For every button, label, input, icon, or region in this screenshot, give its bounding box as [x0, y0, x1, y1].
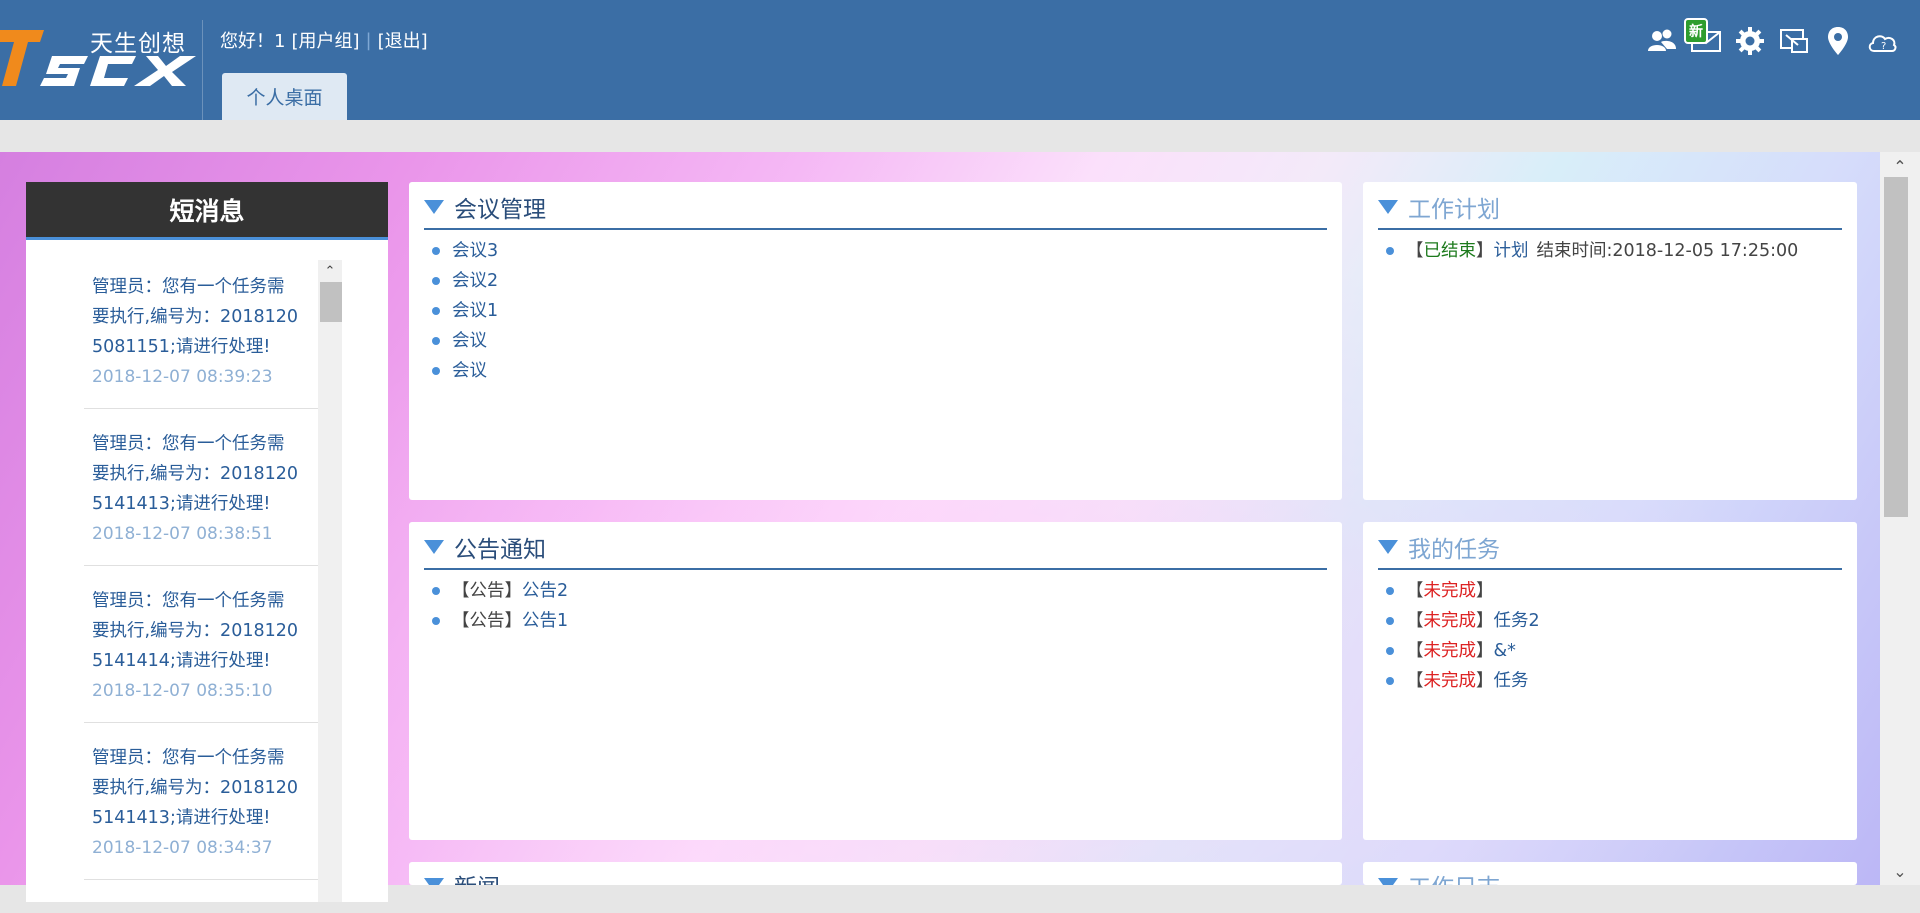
notice-list: 【公告】 公告2 【公告】 公告1 [424, 570, 1327, 636]
task-item[interactable]: 【未完成】任务2 [1378, 606, 1842, 636]
task-item[interactable]: 【未完成】任务 [1378, 666, 1842, 696]
status-label: 已结束 [1423, 241, 1477, 261]
message-text: 管理员：您有一个任务需要执行,编号为：20181205141413;请进行处理! [92, 434, 299, 514]
collapse-triangle-icon [424, 878, 444, 885]
notice-header[interactable]: 公告通知 [424, 526, 1327, 570]
notice-item[interactable]: 【公告】 公告2 [424, 576, 1327, 606]
location-pin-icon [1828, 27, 1848, 55]
work-plan-card: 工作计划 【已结束】计划 结束时间:2018-12-05 17:25:00 [1363, 182, 1857, 500]
meeting-item[interactable]: 会议1 [424, 296, 1327, 326]
collapse-triangle-icon [1378, 200, 1398, 214]
scroll-up-icon[interactable]: ⌃ [318, 260, 342, 282]
news-title: 新闻 [454, 868, 500, 885]
tab-personal-desktop[interactable]: 个人桌面 [222, 73, 347, 120]
my-tasks-card: 我的任务 【未完成】 【未完成】任务2 【未完成】 &* 【未完成】任务 [1363, 522, 1857, 840]
short-messages-panel: 短消息 管理员：您有一个任务需要执行,编号为：20181205081151;请进… [26, 182, 388, 902]
work-plan-header[interactable]: 工作计划 [1378, 186, 1842, 230]
header-divider [202, 20, 203, 120]
plan-name: 计划 [1493, 241, 1529, 261]
meeting-item[interactable]: 会议 [424, 326, 1327, 356]
window-button[interactable] [1776, 22, 1812, 60]
status-label: 未完成 [1423, 671, 1477, 691]
users-button[interactable] [1644, 22, 1680, 60]
top-header: 天生创想 您好！1 [用户组] | [退出] 个人桌面 新 ? [0, 0, 1920, 120]
work-plan-list: 【已结束】计划 结束时间:2018-12-05 17:25:00 [1378, 230, 1842, 266]
collapse-triangle-icon [1378, 540, 1398, 554]
collapse-triangle-icon [424, 200, 444, 214]
meeting-list: 会议3 会议2 会议1 会议 会议 [424, 230, 1327, 386]
new-badge: 新 [1684, 18, 1708, 44]
message-item[interactable]: 管理员：您有一个任务需要执行,编号为：20181205141413;请进行处理!… [84, 429, 330, 566]
notice-name: 公告1 [522, 611, 569, 631]
message-item[interactable]: 管理员：您有一个任务需要执行,编号为：20181205141413;请进行处理!… [84, 743, 330, 880]
work-plan-item[interactable]: 【已结束】计划 结束时间:2018-12-05 17:25:00 [1378, 236, 1842, 266]
greeting-text: 您好！1 [220, 31, 286, 52]
news-card: 新闻 [409, 862, 1342, 885]
location-button[interactable] [1820, 22, 1856, 60]
users-icon [1648, 29, 1676, 51]
messages-button[interactable]: 新 [1684, 18, 1724, 60]
message-item[interactable]: 管理员：您有一个任务需要执行,编号为：20181205141414;请进行处理!… [84, 586, 330, 723]
message-scrollbar[interactable]: ⌃ [318, 260, 342, 902]
task-item[interactable]: 【未完成】 [1378, 576, 1842, 606]
notice-item[interactable]: 【公告】 公告1 [424, 606, 1327, 636]
my-tasks-header[interactable]: 我的任务 [1378, 526, 1842, 570]
message-text: 管理员：您有一个任务需要执行,编号为：20181205141414;请进行处理! [92, 591, 299, 671]
separator: | [365, 29, 372, 51]
message-time: 2018-12-07 08:34:37 [92, 838, 273, 858]
task-list: 【未完成】 【未完成】任务2 【未完成】 &* 【未完成】任务 [1378, 570, 1842, 696]
scroll-down-icon[interactable]: ⌄ [1880, 857, 1920, 885]
status-label: 未完成 [1423, 611, 1477, 631]
settings-button[interactable] [1732, 22, 1768, 60]
logo-tagline: 天生创想 [90, 31, 186, 57]
status-label: 未完成 [1423, 581, 1477, 601]
user-group-link[interactable]: [用户组] [291, 27, 359, 53]
message-item[interactable]: 管理员：您有一个任务需要执行,编号为：20181205081151;请进行处理!… [84, 272, 330, 409]
meeting-item[interactable]: 会议3 [424, 236, 1327, 266]
message-time: 2018-12-07 08:38:51 [92, 524, 273, 544]
meeting-item[interactable]: 会议2 [424, 266, 1327, 296]
user-greeting: 您好！1 [用户组] | [退出] [220, 27, 428, 53]
notice-card: 公告通知 【公告】 公告2 【公告】 公告1 [409, 522, 1342, 840]
message-text: 管理员：您有一个任务需要执行,编号为：20181205141413;请进行处理! [92, 748, 299, 828]
meeting-header[interactable]: 会议管理 [424, 186, 1327, 230]
scroll-thumb[interactable] [320, 282, 342, 322]
header-toolbar: 新 ? [1644, 18, 1900, 60]
notice-title: 公告通知 [454, 537, 546, 563]
meeting-title: 会议管理 [454, 197, 546, 223]
my-tasks-title: 我的任务 [1408, 537, 1500, 563]
page-scrollbar[interactable]: ⌃ ⌄ [1880, 152, 1920, 885]
work-log-card: 工作日志 [1363, 862, 1857, 885]
cloud-help-icon: ? [1868, 35, 1897, 52]
work-log-header[interactable]: 工作日志 [1378, 864, 1842, 885]
scroll-thumb[interactable] [1884, 177, 1908, 517]
logout-link[interactable]: [退出] [378, 27, 428, 53]
message-time: 2018-12-07 08:35:10 [92, 681, 273, 701]
svg-text:?: ? [1881, 41, 1886, 52]
task-name: &* [1493, 641, 1516, 661]
plan-end-time: 结束时间:2018-12-05 17:25:00 [1536, 241, 1799, 261]
messages-title: 短消息 [26, 182, 388, 240]
meeting-card: 会议管理 会议3 会议2 会议1 会议 会议 [409, 182, 1342, 500]
task-name: 任务 [1493, 671, 1529, 691]
help-button[interactable]: ? [1864, 22, 1900, 60]
news-header[interactable]: 新闻 [424, 864, 1327, 885]
message-text: 管理员：您有一个任务需要执行,编号为：20181205081151;请进行处理! [92, 277, 299, 357]
work-plan-title: 工作计划 [1408, 197, 1500, 223]
scroll-up-icon[interactable]: ⌃ [1880, 152, 1920, 180]
collapse-triangle-icon [424, 540, 444, 554]
status-label: 未完成 [1423, 641, 1477, 661]
work-log-title: 工作日志 [1408, 868, 1500, 885]
logo: 天生创想 [0, 18, 205, 98]
message-time: 2018-12-07 08:39:23 [92, 367, 273, 387]
task-name: 任务2 [1493, 611, 1540, 631]
gear-icon [1736, 27, 1764, 55]
notice-name: 公告2 [522, 581, 569, 601]
window-icon [1780, 29, 1808, 53]
meeting-item[interactable]: 会议 [424, 356, 1327, 386]
task-item[interactable]: 【未完成】 &* [1378, 636, 1842, 666]
message-list: 管理员：您有一个任务需要执行,编号为：20181205081151;请进行处理!… [84, 272, 330, 900]
collapse-triangle-icon [1378, 878, 1398, 885]
